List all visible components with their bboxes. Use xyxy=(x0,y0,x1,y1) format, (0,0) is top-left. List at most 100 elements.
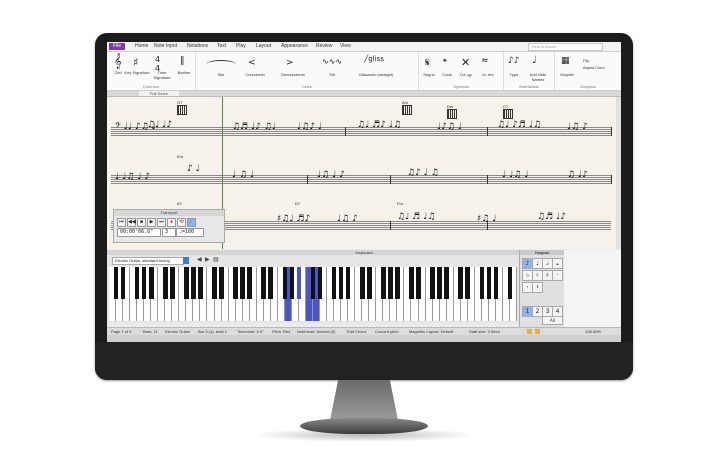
black-key[interactable] xyxy=(120,267,126,299)
add-note-names-button[interactable]: Add Note Names xyxy=(524,72,552,82)
symbol-inners-button[interactable]: In..ers xyxy=(476,72,500,77)
black-key[interactable] xyxy=(437,267,442,299)
crescendo-icon[interactable]: < xyxy=(248,58,256,68)
view-mode-icon[interactable] xyxy=(535,329,540,334)
black-key[interactable] xyxy=(395,267,400,299)
add-note-names-icon[interactable]: ♩ xyxy=(532,55,537,66)
black-key[interactable] xyxy=(296,267,302,299)
symbol-x-icon[interactable]: ✕ xyxy=(461,56,470,69)
notehead-type-button[interactable]: Type xyxy=(506,72,522,77)
graphic-icon[interactable]: ▦ xyxy=(561,56,570,66)
forward-end-button[interactable]: ⏭ xyxy=(157,218,166,227)
black-key[interactable] xyxy=(366,267,372,299)
loop-button[interactable]: ⟲ xyxy=(177,218,186,227)
black-key[interactable] xyxy=(240,267,245,299)
glissando-button[interactable]: Glissando (straight) xyxy=(348,72,404,77)
tab-full-score[interactable]: Full Score xyxy=(139,91,179,96)
record-button[interactable]: ● xyxy=(167,218,176,227)
keypad-whole-icon[interactable]: 𝅝 xyxy=(552,258,563,269)
decrescendo-button[interactable]: Decrescendo xyxy=(276,72,310,77)
black-key[interactable] xyxy=(148,267,154,299)
play-button[interactable]: ▶ xyxy=(147,218,156,227)
black-key[interactable] xyxy=(486,267,492,299)
black-key[interactable] xyxy=(184,267,189,299)
black-key[interactable] xyxy=(458,267,464,299)
coda-icon[interactable]: 𝄌 xyxy=(443,56,447,70)
black-key[interactable] xyxy=(381,267,386,299)
score-scrollbar[interactable] xyxy=(616,97,621,249)
slur-button[interactable]: Slur xyxy=(208,72,234,77)
black-key[interactable] xyxy=(444,267,449,299)
adjust-color-button[interactable]: Adjust Color xyxy=(583,65,621,70)
key-signature-button[interactable]: Key Signature xyxy=(124,70,150,75)
status-concert-pitch[interactable]: Concert pitch xyxy=(375,329,399,334)
black-key[interactable] xyxy=(479,267,485,299)
segno-icon[interactable]: 𝄋 xyxy=(425,56,430,70)
tab-view[interactable]: View xyxy=(340,43,351,49)
piano-keyboard[interactable] xyxy=(109,267,517,321)
graphic-button[interactable]: Graphic xyxy=(557,72,577,77)
tab-notations[interactable]: Notations xyxy=(187,43,208,49)
instrument-select[interactable]: Electric Guitar, standard tuning xyxy=(112,257,184,265)
trill-button[interactable]: Trill xyxy=(320,72,344,77)
black-key[interactable] xyxy=(317,267,323,299)
click-button[interactable]: ♩ xyxy=(187,218,196,227)
rewind-button[interactable]: ◀◀ xyxy=(127,218,136,227)
black-key[interactable] xyxy=(507,267,513,299)
key-signature-icon[interactable]: ♯ xyxy=(133,56,138,69)
time-signature-button[interactable]: Time Signature xyxy=(149,70,175,80)
clef-button[interactable]: Clef xyxy=(112,70,124,75)
black-key[interactable] xyxy=(219,267,224,299)
black-key[interactable] xyxy=(310,267,316,299)
crescendo-button[interactable]: Crescendo xyxy=(240,72,270,77)
tab-note-input[interactable]: Note Input xyxy=(154,43,177,49)
rewind-start-button[interactable]: ⏮ xyxy=(117,218,126,227)
stop-button[interactable]: ■ xyxy=(137,218,146,227)
status-magnetic-layout[interactable]: Magnetic Layout: Default xyxy=(409,329,453,334)
symbol-dagy-button[interactable]: Da..gy xyxy=(456,72,476,77)
trill-icon[interactable]: ∿∿∿ xyxy=(322,57,342,66)
black-key[interactable] xyxy=(261,267,267,299)
black-key[interactable] xyxy=(191,267,196,299)
black-key[interactable] xyxy=(430,267,435,299)
tab-layout[interactable]: Layout xyxy=(256,43,271,49)
keyboard-icon[interactable]: ▤ xyxy=(213,257,219,264)
clef-icon[interactable]: 𝄞 xyxy=(114,54,122,69)
black-key[interactable] xyxy=(247,267,252,299)
tab-play[interactable]: Play xyxy=(236,43,246,49)
black-key[interactable] xyxy=(493,267,499,299)
flip-button[interactable]: Flip xyxy=(583,58,603,63)
segno-button[interactable]: Segno xyxy=(421,72,437,77)
notehead-type-icon[interactable]: ♪♪ xyxy=(508,56,520,66)
black-key[interactable] xyxy=(113,267,119,299)
zoom-level[interactable]: 106.60% xyxy=(585,329,601,334)
keypad-halfrest-icon[interactable]: 𝄽 xyxy=(532,282,543,293)
black-key[interactable] xyxy=(289,267,295,299)
tab-file[interactable]: File xyxy=(109,43,125,50)
black-key[interactable] xyxy=(282,267,288,299)
black-key[interactable] xyxy=(388,267,393,299)
barline-icon[interactable]: ‖ xyxy=(180,56,185,66)
black-key[interactable] xyxy=(162,267,168,299)
slur-icon[interactable] xyxy=(206,60,236,69)
barline-button[interactable]: Barline xyxy=(175,70,193,75)
back-icon[interactable]: ◀ xyxy=(197,257,203,264)
glissando-icon[interactable]: ╱gliss xyxy=(364,55,384,63)
tab-text[interactable]: Text xyxy=(217,43,226,49)
black-key[interactable] xyxy=(268,267,274,299)
black-key[interactable] xyxy=(212,267,217,299)
decrescendo-icon[interactable]: > xyxy=(286,58,294,68)
black-key[interactable] xyxy=(465,267,471,299)
black-key[interactable] xyxy=(338,267,344,299)
black-key[interactable] xyxy=(141,267,147,299)
select-arrow-icon[interactable] xyxy=(183,257,189,264)
tab-review[interactable]: Review xyxy=(316,43,332,49)
black-key[interactable] xyxy=(359,267,365,299)
black-key[interactable] xyxy=(409,267,414,299)
tab-home[interactable]: Home xyxy=(135,43,148,49)
search-input[interactable]: Find in ribbon xyxy=(528,43,603,51)
black-key[interactable] xyxy=(198,267,203,299)
black-key[interactable] xyxy=(331,267,337,299)
keypad-all-button[interactable]: All xyxy=(542,316,563,325)
forward-icon[interactable]: ▶ xyxy=(205,257,211,264)
